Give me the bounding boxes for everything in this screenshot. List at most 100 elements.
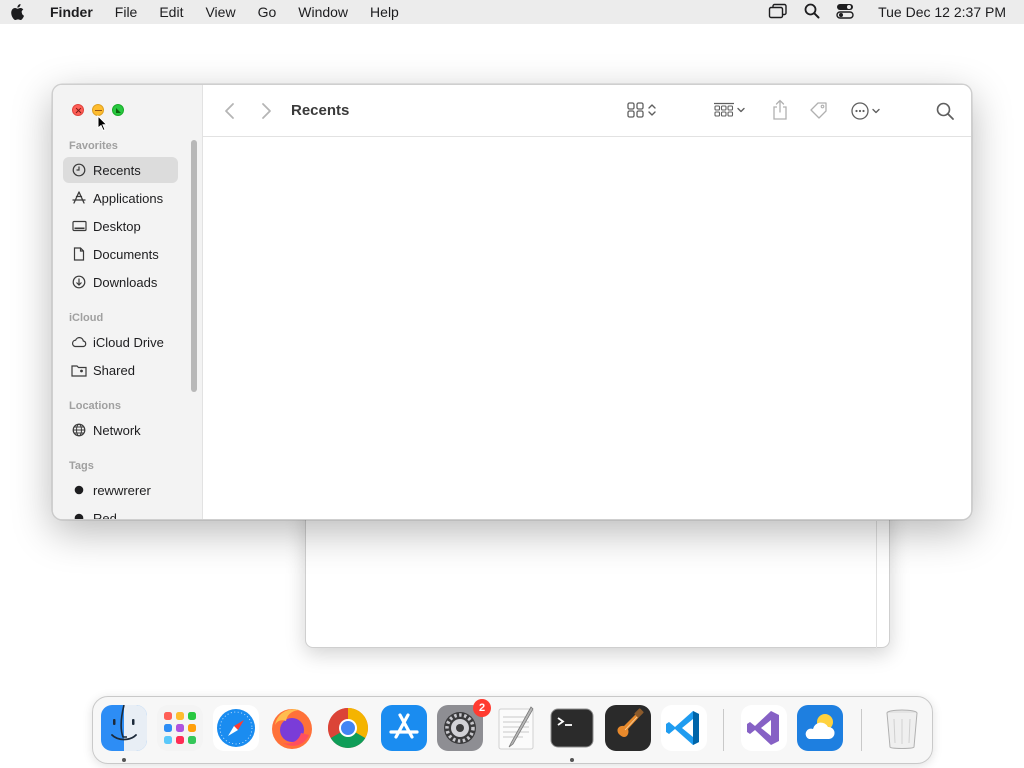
- sidebar-item-desktop[interactable]: Desktop: [63, 213, 178, 239]
- sidebar-item-label: Documents: [93, 246, 159, 262]
- cloud-icon: [71, 334, 87, 350]
- shared-folder-icon: [71, 362, 87, 378]
- sidebar-item-applications[interactable]: Applications: [63, 185, 178, 211]
- mouse-cursor-icon: [97, 114, 109, 137]
- sidebar-item-tag-rewwrerer[interactable]: rewwrerer: [63, 477, 178, 503]
- dock-launchpad[interactable]: [157, 705, 203, 751]
- sidebar-section-locations: Locations: [69, 400, 121, 412]
- finder-window: Favorites Recents Applications Desktop D…: [52, 84, 972, 520]
- dock-running-indicator: [570, 758, 574, 762]
- sidebar-item-label: Shared: [93, 362, 135, 378]
- dock-garageband[interactable]: [605, 705, 651, 751]
- dock: 2: [92, 696, 933, 764]
- menu-app-name[interactable]: Finder: [46, 0, 104, 24]
- ellipsis-circle-icon: [850, 101, 870, 126]
- tag-dot-icon: [71, 482, 87, 498]
- tag-dot-icon: [71, 510, 87, 519]
- sidebar-section-favorites: Favorites: [69, 140, 118, 152]
- menu-go[interactable]: Go: [247, 0, 288, 24]
- menu-edit[interactable]: Edit: [148, 0, 194, 24]
- spotlight-icon[interactable]: [804, 3, 820, 22]
- sidebar-item-recents[interactable]: Recents: [63, 157, 178, 183]
- menu-bar: Finder File Edit View Go Window Help Tue…: [0, 0, 1024, 24]
- firefox-icon: [272, 709, 312, 749]
- sidebar-item-tag-red[interactable]: Red: [63, 505, 178, 519]
- finder-toolbar: Recents: [203, 85, 971, 137]
- vscode-icon: [661, 705, 707, 751]
- menu-view[interactable]: View: [194, 0, 246, 24]
- view-mode-button[interactable]: [626, 101, 658, 124]
- screen-mirroring-icon[interactable]: [768, 3, 788, 22]
- dock-visual-studio[interactable]: [741, 705, 787, 751]
- zoom-button[interactable]: [112, 104, 124, 116]
- sidebar-item-network[interactable]: Network: [63, 417, 178, 443]
- tag-icon: [809, 101, 829, 126]
- search-icon: [935, 101, 955, 126]
- dock-safari[interactable]: [213, 705, 259, 751]
- background-window[interactable]: [305, 500, 890, 649]
- close-button[interactable]: [72, 104, 84, 116]
- globe-icon: [71, 422, 87, 438]
- trash-icon: [886, 709, 918, 749]
- desktop-icon: [71, 218, 87, 234]
- window-title: Recents: [291, 102, 350, 119]
- dock-app-store[interactable]: [381, 705, 427, 751]
- dock-firefox[interactable]: [269, 705, 315, 751]
- notification-badge: 2: [473, 699, 491, 717]
- dock-separator: [861, 709, 862, 751]
- download-icon: [71, 274, 87, 290]
- visual-studio-icon: [741, 705, 787, 751]
- dock-terminal[interactable]: [549, 705, 595, 751]
- apple-menu-icon[interactable]: [10, 3, 46, 21]
- dock-trash[interactable]: [879, 705, 925, 751]
- chrome-icon: [328, 708, 368, 748]
- dock-system-settings[interactable]: 2: [437, 699, 491, 751]
- chevron-updown-icon: [646, 101, 658, 124]
- share-button[interactable]: [771, 99, 789, 126]
- sidebar-item-icloud-drive[interactable]: iCloud Drive: [63, 329, 178, 355]
- search-button[interactable]: [935, 101, 955, 126]
- dock-finder[interactable]: [101, 704, 147, 751]
- dock-separator: [723, 709, 724, 751]
- sidebar-item-label: Desktop: [93, 218, 141, 234]
- back-button[interactable]: [223, 101, 237, 121]
- chevron-down-icon: [735, 101, 747, 124]
- dock-weather[interactable]: [797, 705, 843, 751]
- document-icon: [71, 246, 87, 262]
- sidebar-item-shared[interactable]: Shared: [63, 357, 178, 383]
- dock-chrome[interactable]: [325, 705, 371, 751]
- control-center-icon[interactable]: [836, 3, 854, 22]
- menu-help[interactable]: Help: [359, 0, 410, 24]
- launchpad-icon: [157, 705, 203, 751]
- sidebar-item-label: iCloud Drive: [93, 334, 164, 350]
- group-button[interactable]: [713, 101, 747, 124]
- menu-clock[interactable]: Tue Dec 12 2:37 PM: [878, 4, 1006, 20]
- sidebar-section-tags: Tags: [69, 460, 94, 472]
- share-icon: [771, 99, 789, 126]
- clock-icon: [71, 162, 87, 178]
- terminal-icon: [550, 708, 594, 748]
- applications-icon: [71, 190, 87, 206]
- dock-running-indicator: [122, 758, 126, 762]
- sidebar-item-label: Recents: [93, 162, 141, 178]
- dock-textedit[interactable]: [493, 705, 539, 751]
- safari-icon: [213, 705, 259, 751]
- weather-icon: [797, 705, 843, 751]
- sidebar-item-downloads[interactable]: Downloads: [63, 269, 178, 295]
- app-store-icon: [381, 705, 427, 751]
- dock-vscode[interactable]: [661, 705, 707, 751]
- menu-window[interactable]: Window: [287, 0, 359, 24]
- sidebar-item-label: rewwrerer: [93, 482, 151, 498]
- sidebar-item-documents[interactable]: Documents: [63, 241, 178, 267]
- finder-icon: [101, 704, 147, 751]
- forward-button[interactable]: [259, 101, 273, 121]
- group-grid-icon: [713, 101, 735, 124]
- sidebar-scrollbar[interactable]: [191, 140, 197, 392]
- textedit-icon: [498, 706, 534, 750]
- sidebar-item-label: Applications: [93, 190, 164, 206]
- menu-file[interactable]: File: [104, 0, 149, 24]
- file-browser-content[interactable]: [203, 137, 971, 519]
- chevron-down-icon: [870, 102, 882, 125]
- more-actions-button[interactable]: [850, 101, 882, 126]
- tag-button[interactable]: [809, 101, 829, 126]
